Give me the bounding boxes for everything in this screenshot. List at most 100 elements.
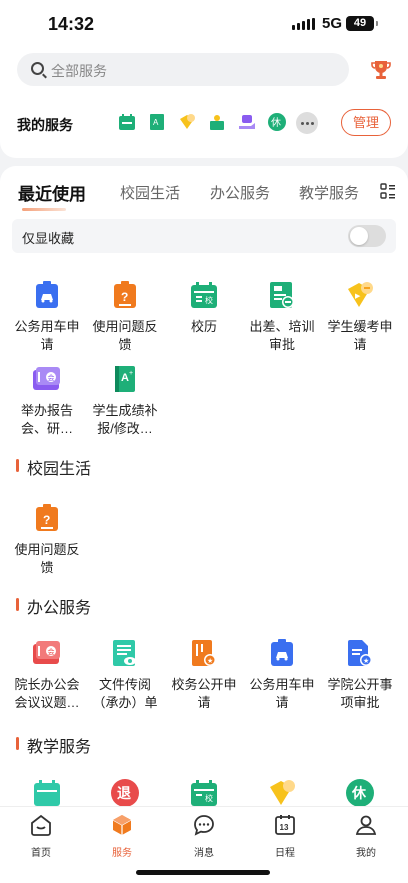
tab-recent[interactable]: 最近使用	[18, 180, 86, 205]
svg-text:?: ?	[43, 513, 50, 527]
battery-icon: 49	[346, 16, 378, 31]
service-label: 使用问题反馈	[14, 542, 80, 575]
svg-text:A: A	[153, 118, 159, 127]
service-meeting-topic[interactable]: 会 院长办公会会议议题…	[8, 638, 86, 712]
service-car-request[interactable]: 公务用车申请	[243, 638, 321, 712]
report-meeting-icon: 会	[32, 364, 62, 394]
profile-icon	[355, 815, 377, 835]
service-document-circulation[interactable]: 文件传阅（承办）单	[86, 638, 164, 712]
service-label: 文件传阅（承办）单	[92, 677, 158, 710]
service-label: 院长办公会会议议题…	[14, 677, 80, 710]
rest-icon: 休	[345, 778, 375, 806]
rest-icon[interactable]: 休	[266, 111, 288, 133]
svg-text:校: 校	[205, 295, 213, 305]
service-college-disclosure[interactable]: ★ 学院公开事项审批	[321, 638, 399, 712]
service-label: 校务公开申请	[171, 677, 237, 710]
service-grade-update[interactable]: A + 学生成绩补报/修改…	[86, 364, 164, 438]
category-tabs: 最近使用 校园生活 办公服务 教学服务	[0, 166, 408, 214]
car-icon	[267, 638, 297, 668]
manage-button[interactable]: 管理	[341, 109, 391, 136]
grid-menu-icon[interactable]	[380, 183, 396, 199]
service-disclosure-request[interactable]: ★ 校务公开申请	[165, 638, 243, 712]
service-feedback[interactable]: ? 使用问题反馈	[8, 503, 86, 577]
section-office-service: 办公服务	[16, 594, 91, 618]
signal-icon	[292, 18, 315, 30]
active-tab-indicator	[22, 208, 66, 211]
search-input[interactable]: 全部服务	[17, 53, 349, 86]
svg-text:会: 会	[48, 373, 55, 382]
only-favorites-row: 仅显收藏	[12, 219, 396, 253]
status-time: 14:32	[48, 14, 95, 34]
services-cube-icon	[112, 815, 132, 835]
trophy-icon[interactable]	[371, 59, 391, 81]
more-icon[interactable]	[296, 112, 318, 134]
service-list: 最近使用 校园生活 办公服务 教学服务 仅显收藏 公务用车申请 ? 使用问题反馈…	[0, 166, 408, 806]
svg-text:+: +	[129, 370, 133, 377]
section-title: 办公服务	[27, 600, 92, 617]
college-disclosure-icon: ★	[345, 638, 375, 668]
tabbar-label: 我的	[356, 848, 376, 859]
only-favorites-label: 仅显收藏	[22, 231, 75, 246]
top-card: 全部服务 我的服务 A 休 管理	[0, 48, 408, 158]
tabbar-profile[interactable]: 我的	[336, 813, 396, 859]
service-exam-defer[interactable]: ▶ 学生缓考申请	[321, 280, 399, 354]
service-calendar[interactable]: 校 校历	[165, 280, 243, 336]
tab-campus-life[interactable]: 校园生活	[120, 182, 180, 203]
status-bar: 14:32 5G 49	[0, 0, 408, 48]
service-label: 举办报告会、研…	[20, 403, 73, 436]
service-car-request[interactable]: 公务用车申请	[8, 280, 86, 354]
grade-icon[interactable]: A	[146, 111, 168, 133]
service-teaching-calendar[interactable]: 校	[165, 778, 243, 806]
service-feedback[interactable]: ? 使用问题反馈	[86, 280, 164, 354]
calendar-icon	[32, 778, 62, 806]
home-indicator	[136, 870, 270, 875]
service-teaching-rest[interactable]: 休	[321, 778, 399, 806]
tab-teaching-service[interactable]: 教学服务	[299, 182, 359, 203]
service-report-meeting[interactable]: 会 举办报告会、研…	[8, 364, 86, 438]
exam-defer-icon: ▶	[345, 280, 375, 310]
service-teaching-1[interactable]	[8, 778, 86, 806]
service-label: 学生成绩补报/修改…	[92, 403, 158, 436]
hand-icon[interactable]	[236, 111, 258, 133]
tabbar-messages[interactable]: 消息	[174, 813, 234, 859]
section-campus-life: 校园生活	[16, 455, 91, 479]
calendar-icon: 校	[189, 778, 219, 806]
tabbar-label: 消息	[194, 848, 214, 859]
my-services-label: 我的服务	[17, 117, 73, 133]
svg-text:?: ?	[121, 290, 128, 304]
svg-text:13: 13	[280, 823, 289, 832]
favorite-services: A 休	[116, 111, 288, 133]
tab-office-service[interactable]: 办公服务	[210, 182, 270, 203]
service-label: 学院公开事项审批	[327, 677, 393, 710]
calendar-icon: 校	[189, 280, 219, 310]
svg-text:A: A	[121, 372, 129, 384]
trip-approval-icon	[267, 280, 297, 310]
exam-defer-icon	[267, 778, 297, 806]
schedule-calendar-icon: 13	[275, 815, 295, 835]
document-icon	[110, 638, 140, 668]
svg-text:▶: ▶	[355, 292, 361, 300]
trip-approval-icon[interactable]	[206, 111, 228, 133]
service-label: 出差、培训审批	[249, 319, 315, 352]
meeting-topic-icon: 会	[32, 638, 62, 668]
tabbar-home[interactable]: 首页	[11, 813, 71, 859]
svg-text:校: 校	[205, 793, 213, 803]
calendar-icon[interactable]	[116, 111, 138, 133]
svg-text:会: 会	[48, 647, 55, 656]
exam-defer-icon[interactable]	[176, 111, 198, 133]
tabbar-schedule[interactable]: 13 日程	[255, 813, 315, 859]
tabbar-label: 日程	[275, 848, 295, 859]
search-icon	[31, 62, 44, 75]
tabbar-services[interactable]: 服务	[92, 813, 152, 859]
only-favorites-toggle[interactable]	[348, 225, 386, 247]
message-icon	[194, 815, 214, 836]
service-teaching-exam[interactable]	[243, 778, 321, 806]
service-label: 学生缓考申请	[327, 319, 393, 352]
network-type: 5G	[322, 15, 343, 32]
service-trip-approval[interactable]: 出差、培训审批	[243, 280, 321, 354]
svg-text:休: 休	[271, 117, 281, 129]
service-label: 使用问题反馈	[92, 319, 158, 352]
svg-text:★: ★	[363, 657, 369, 665]
service-teaching-withdraw[interactable]: 退	[86, 778, 164, 806]
home-icon	[31, 814, 51, 836]
